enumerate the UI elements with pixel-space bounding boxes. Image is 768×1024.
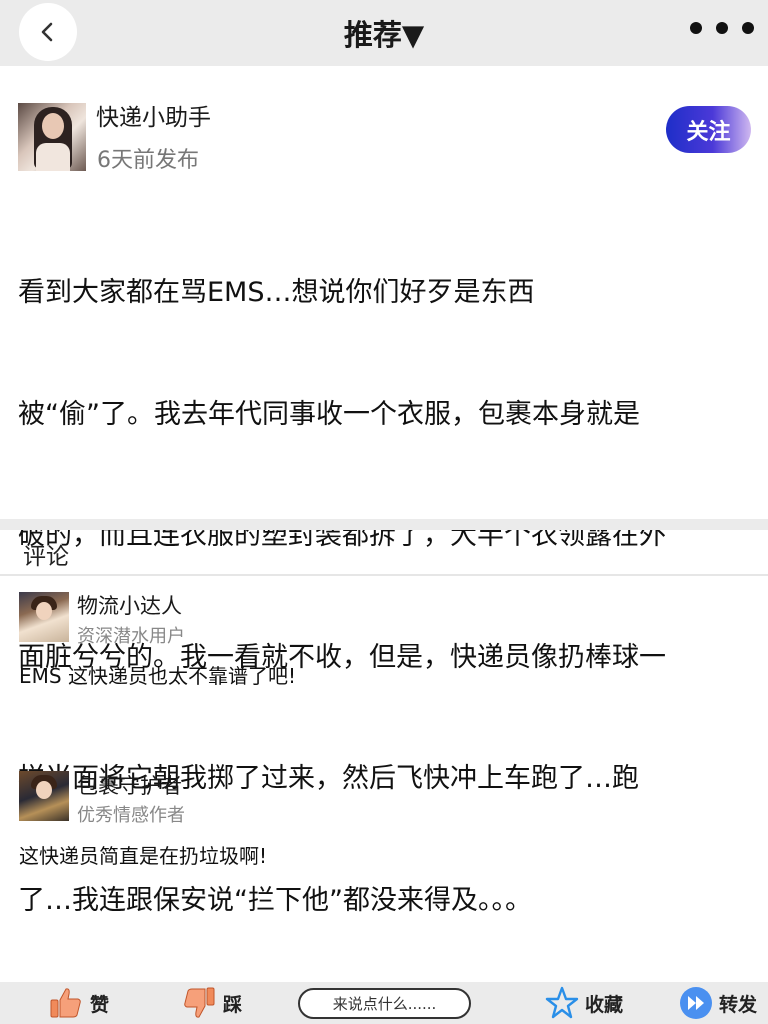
- share-button[interactable]: 转发: [679, 982, 757, 1024]
- section-divider: [0, 519, 768, 530]
- post-line: 被“偷”了。我去年代同事收一个衣服，包裹本身就是: [18, 398, 640, 430]
- collect-label: 收藏: [585, 993, 624, 1016]
- follow-button[interactable]: 关注: [666, 106, 751, 153]
- top-bar: 推荐▼: [0, 0, 768, 66]
- thumbs-up-icon: [50, 988, 81, 1018]
- author-name[interactable]: 快递小助手: [96, 98, 211, 132]
- forward-icon: [680, 987, 712, 1019]
- commenter-name[interactable]: 包裹守护者: [77, 770, 182, 800]
- like-label: 赞: [90, 993, 110, 1016]
- comment-text: EMS 这快递员也太不靠谱了吧!: [19, 664, 296, 688]
- feed-selector-title[interactable]: 推荐▼: [0, 12, 768, 54]
- comment-text: 这快递员简直是在扔垃圾啊!: [19, 844, 268, 868]
- comments-header: 评论: [23, 544, 69, 570]
- post-line: 看到大家都在骂EMS…想说你们好歹是东西: [18, 277, 535, 308]
- like-button[interactable]: 赞: [48, 982, 109, 1024]
- thumbs-down-icon: [184, 987, 215, 1018]
- dislike-label: 踩: [223, 993, 243, 1016]
- share-label: 转发: [719, 993, 758, 1016]
- more-dots-icon: [690, 22, 702, 34]
- collect-button[interactable]: 收藏: [545, 982, 623, 1024]
- commenter-avatar[interactable]: [19, 592, 69, 642]
- dislike-button[interactable]: 踩: [181, 982, 242, 1024]
- post-line: 了…我连跟保安说“拦下他”都没来得及。。。: [18, 884, 532, 916]
- author-avatar[interactable]: [18, 103, 86, 171]
- comments-divider: [0, 574, 768, 576]
- bottom-action-bar: 赞 踩 来说点什么...... 收藏 转发: [0, 982, 768, 1024]
- commenter-avatar[interactable]: [19, 771, 69, 821]
- commenter-badge: 资深潜水用户: [77, 626, 185, 647]
- star-icon: [545, 986, 579, 1019]
- comment-input[interactable]: 来说点什么......: [298, 988, 471, 1019]
- post-time: 6天前发布: [97, 148, 199, 173]
- commenter-name[interactable]: 物流小达人: [77, 590, 182, 620]
- more-button[interactable]: [690, 22, 754, 34]
- commenter-badge: 优秀情感作者: [77, 805, 185, 826]
